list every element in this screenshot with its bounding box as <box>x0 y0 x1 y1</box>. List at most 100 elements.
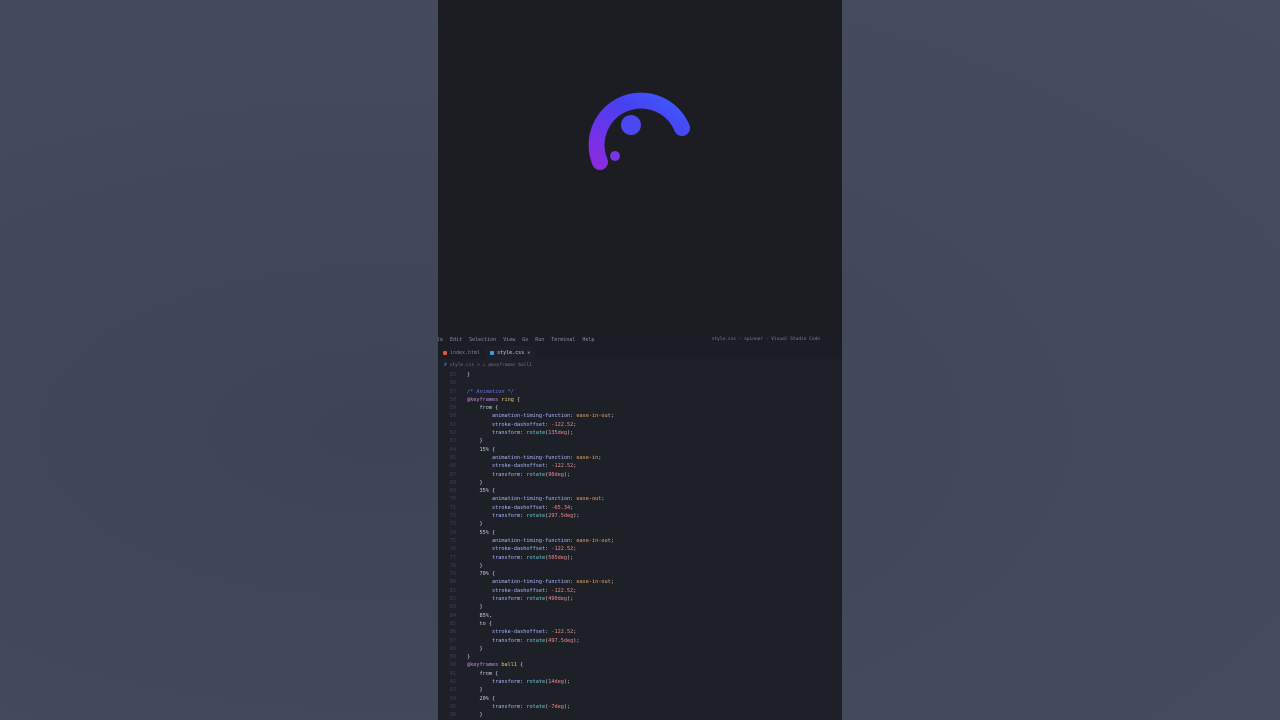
code-token: 135deg <box>548 430 567 437</box>
code-token: ease-in-out <box>576 413 611 420</box>
line-number: 59 <box>449 405 456 412</box>
line-number: 68 <box>449 479 456 486</box>
breadcrumb-file[interactable]: style.css <box>450 363 474 368</box>
code-token: ; <box>610 537 614 544</box>
code-token: } <box>467 372 471 378</box>
line-number: 87 <box>449 637 456 644</box>
code-token: rotate <box>526 678 546 685</box>
code-line: 91 from { <box>438 670 842 678</box>
code-token: stroke-dashoffset <box>492 504 546 511</box>
code-token: 15% { <box>467 446 496 453</box>
editor-tabs: index.html style.css ✕ <box>438 347 842 359</box>
line-number: 79 <box>449 571 456 578</box>
code-token: stroke-dashoffset <box>492 629 546 636</box>
code-token: } <box>467 712 483 719</box>
code-token: ball1 <box>501 662 517 669</box>
code-token: } <box>467 438 483 445</box>
menu-item-help[interactable]: Help <box>582 337 594 343</box>
code-line: 55} <box>438 371 842 379</box>
spinner-graphic <box>588 92 690 170</box>
code-token: 14deg <box>548 678 564 685</box>
code-token: stroke-dashoffset <box>492 546 546 553</box>
code-token: } <box>467 604 483 611</box>
line-number: 57 <box>449 388 456 395</box>
code-token: rotate <box>526 513 546 520</box>
code-area[interactable]: 55} 56 57/* Animation */58 @keyframes ring … <box>438 371 842 720</box>
code-token: { <box>516 662 524 669</box>
code-line: 62 transform: rotate(135deg); <box>438 429 842 437</box>
code-line: 76 stroke-dashoffset: -122.52; <box>438 545 842 553</box>
code-line: 75 animation-timing-function: ease-in-ou… <box>438 537 842 545</box>
line-number: 56 <box>449 380 456 387</box>
tab-label: style.css <box>497 350 525 356</box>
code-token: 297.5deg <box>548 513 574 520</box>
code-line: 64 15% { <box>438 446 842 454</box>
line-number: 69 <box>449 488 456 495</box>
line-number: 66 <box>449 463 456 470</box>
code-token: ; <box>573 463 577 470</box>
code-line: 86 stroke-dashoffset: -122.52; <box>438 628 842 636</box>
line-number: 61 <box>449 421 456 428</box>
code-token: } <box>467 645 483 652</box>
code-token: ease-in-out <box>576 537 611 544</box>
line-number: 60 <box>449 413 456 420</box>
code-line: 63 } <box>438 437 842 445</box>
menu-item-selection[interactable]: Selection <box>469 337 496 343</box>
code-token: -122.52 <box>551 587 574 594</box>
code-token: ; <box>610 413 614 420</box>
code-token: ; <box>573 546 577 553</box>
code-token: transform <box>492 703 521 710</box>
code-line: 61 stroke-dashoffset: -122.52; <box>438 421 842 429</box>
menu-items: File Edit Selection View Go Run Terminal Help <box>438 337 594 343</box>
code-token: transform <box>492 637 521 644</box>
line-number: 70 <box>449 496 456 503</box>
window-title: style.css - spinner - Visual Studio Code <box>711 337 820 342</box>
code-token: ); <box>563 471 571 478</box>
close-icon[interactable]: ✕ <box>527 350 530 356</box>
line-number: 63 <box>449 438 456 445</box>
breadcrumb-symbol[interactable]: @keyframes ball1 <box>489 363 532 368</box>
code-token: -65.34 <box>551 504 571 511</box>
code-line: 68 } <box>438 479 842 487</box>
code-editor: File Edit Selection View Go Run Terminal Help s… <box>438 333 842 720</box>
code-token: 20% { <box>467 695 496 702</box>
code-token: 505deg <box>548 554 567 561</box>
menu-item-edit[interactable]: Edit <box>450 337 462 343</box>
code-line: 96 } <box>438 711 842 719</box>
line-number: 81 <box>449 587 456 594</box>
line-number: 55 <box>449 372 456 378</box>
line-number: 86 <box>449 629 456 636</box>
spinner-ball-large <box>621 115 641 135</box>
menu-item-go[interactable]: Go <box>522 337 528 343</box>
line-number: 82 <box>449 596 456 603</box>
code-token: ; <box>573 629 577 636</box>
code-line: 65 animation-timing-function: ease-in; <box>438 454 842 462</box>
line-number: 96 <box>449 712 456 719</box>
code-token: ease-in <box>576 454 599 461</box>
code-token: ; <box>610 579 614 586</box>
menu-item-run[interactable]: Run <box>535 337 544 343</box>
code-token: -122.52 <box>551 463 574 470</box>
code-line: 82 transform: rotate(490deg); <box>438 595 842 603</box>
code-line: 90 @keyframes ball1 { <box>438 661 842 669</box>
code-line: 69 35% { <box>438 487 842 495</box>
code-token: 85%, <box>467 612 492 619</box>
breadcrumb[interactable]: # style.css > ∴ @keyframes ball1 <box>444 361 532 369</box>
line-number: 74 <box>449 529 456 536</box>
tab-style-css[interactable]: style.css ✕ <box>485 347 536 359</box>
tab-index-html[interactable]: index.html <box>438 347 485 359</box>
menu-item-file[interactable]: File <box>438 337 443 343</box>
code-token: 70% { <box>467 571 496 578</box>
menu-item-view[interactable]: View <box>503 337 515 343</box>
code-token: ring <box>501 396 514 403</box>
code-token: stroke-dashoffset <box>492 421 546 428</box>
line-number: 75 <box>449 537 456 544</box>
code-token: transform <box>492 678 521 685</box>
code-token: from { <box>467 670 499 677</box>
menu-item-terminal[interactable]: Terminal <box>551 337 575 343</box>
